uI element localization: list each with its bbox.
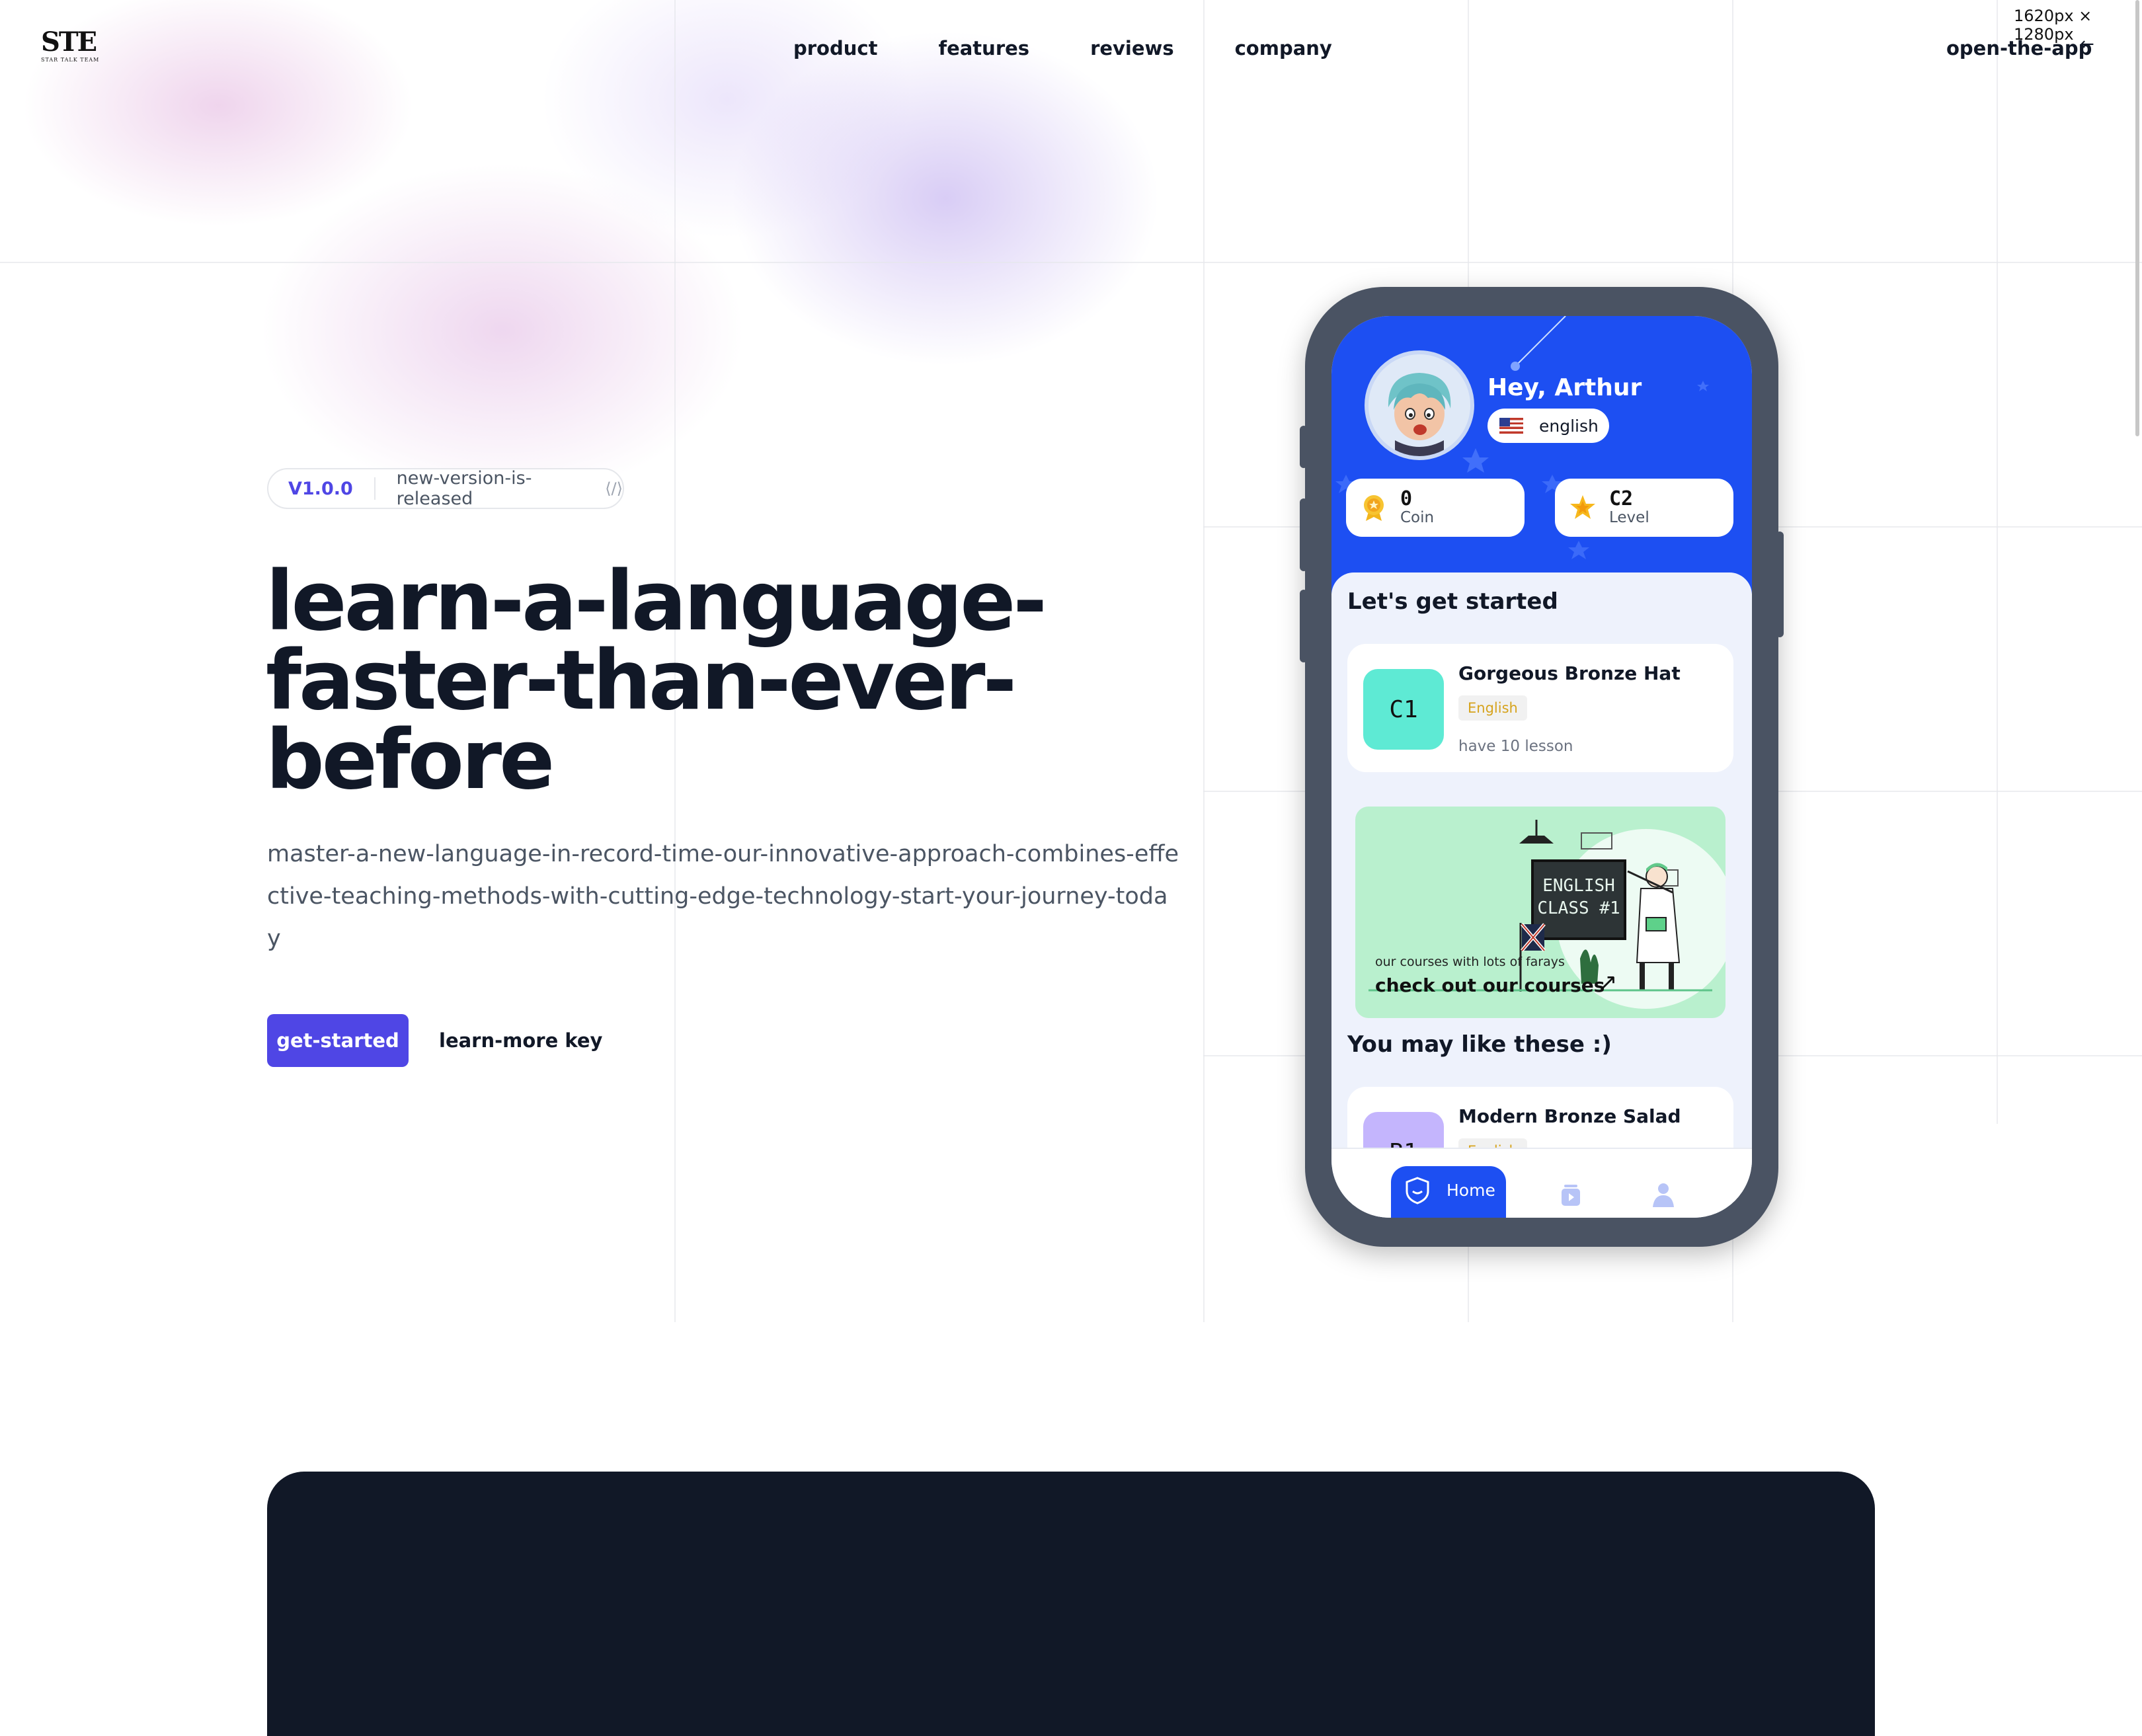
avatar[interactable] bbox=[1365, 350, 1474, 460]
level-label: Level bbox=[1609, 509, 1649, 526]
bottom-tab-bar: Home bbox=[1331, 1148, 1752, 1218]
video-library-icon[interactable] bbox=[1558, 1181, 1584, 1207]
promo-title: check out our courses bbox=[1375, 974, 1605, 996]
learn-more-button[interactable]: learn-more key bbox=[439, 1014, 602, 1067]
logo-mark: STE bbox=[41, 26, 97, 58]
coin-stat: 0 Coin bbox=[1400, 487, 1435, 527]
section-title-like: You may like these :) bbox=[1347, 1031, 1612, 1058]
logo-subtitle: STAR TALK TEAM bbox=[41, 57, 100, 63]
arrow-up-right-icon: ↗ bbox=[1599, 969, 1618, 996]
promo-banner[interactable]: ENGLISH CLASS #1 our courses with lots o… bbox=[1355, 807, 1726, 1018]
version-badge[interactable]: V1.0.0 new-version-is-released ⟨/⟩ bbox=[267, 468, 624, 509]
coin-card[interactable]: 0 Coin bbox=[1346, 479, 1525, 537]
phone-screen: Hey, Arthur english 0 Coin C2 Level Let'… bbox=[1331, 316, 1752, 1218]
course-language-tag: English bbox=[1458, 695, 1527, 721]
grid-line bbox=[0, 262, 2142, 263]
section-title-started: Let's get started bbox=[1347, 588, 1558, 615]
phone-side-button bbox=[1300, 426, 1308, 468]
phone-side-button bbox=[1300, 498, 1308, 571]
hero-title-text: learn-a-language-faster-than-ever-before bbox=[266, 554, 1047, 808]
level-value: C2 bbox=[1609, 487, 1634, 510]
divider bbox=[374, 477, 376, 500]
star-badge-icon bbox=[1570, 495, 1595, 519]
home-content: Let's get started C1 Gorgeous Bronze Hat… bbox=[1331, 572, 1752, 1218]
level-card[interactable]: C2 Level bbox=[1555, 479, 1733, 537]
promo-caption: our courses with lots of farays bbox=[1375, 955, 1565, 969]
version-number: V1.0.0 bbox=[288, 478, 353, 499]
tab-home[interactable]: Home bbox=[1391, 1166, 1506, 1218]
home-shield-icon bbox=[1406, 1177, 1429, 1204]
coin-label: Coin bbox=[1400, 509, 1435, 526]
board-text-line2: CLASS #1 bbox=[1537, 898, 1620, 918]
site-header: STE STAR TALK TEAM product features revi… bbox=[0, 0, 2142, 106]
board-text-line1: ENGLISH bbox=[1542, 876, 1615, 896]
language-label: english bbox=[1539, 416, 1599, 436]
medal-icon bbox=[1364, 495, 1384, 521]
us-flag-icon bbox=[1499, 418, 1523, 434]
level-tile: C1 bbox=[1363, 669, 1444, 750]
greeting: Hey, Arthur bbox=[1488, 374, 1642, 401]
hero-title: learn-a-language-faster-than-ever-before bbox=[266, 561, 1059, 801]
version-message: new-version-is-released bbox=[396, 468, 532, 509]
arrow-left-icon[interactable]: ← bbox=[2080, 34, 2094, 54]
get-started-button[interactable]: get-started bbox=[267, 1014, 409, 1067]
course-card[interactable]: C1 Gorgeous Bronze Hat English have 10 l… bbox=[1347, 644, 1733, 772]
avatar-illustration bbox=[1368, 354, 1470, 456]
grid-line bbox=[1997, 0, 1998, 1124]
hero-subtitle: master-a-new-language-in-record-time-our… bbox=[267, 841, 1179, 952]
logo[interactable]: STE STAR TALK TEAM bbox=[41, 29, 114, 63]
language-selector[interactable]: english bbox=[1488, 409, 1609, 443]
course-lessons: have 10 lesson bbox=[1458, 738, 1573, 755]
profile-icon[interactable] bbox=[1651, 1181, 1675, 1207]
main-nav: product features reviews company bbox=[793, 37, 1393, 59]
nav-item-features[interactable]: features bbox=[938, 37, 1029, 59]
nav-item-product[interactable]: product bbox=[793, 37, 877, 59]
phone-side-button bbox=[1776, 532, 1784, 637]
level-stat: C2 Level bbox=[1609, 487, 1649, 527]
dark-feature-section bbox=[267, 1472, 1875, 1736]
grid-line bbox=[1203, 0, 1205, 1322]
open-app-link[interactable]: open-the-app bbox=[1946, 37, 2092, 59]
phone-side-button bbox=[1300, 590, 1308, 662]
phone-mockup: Hey, Arthur english 0 Coin C2 Level Let'… bbox=[1300, 287, 1784, 1247]
course-name: Gorgeous Bronze Hat bbox=[1458, 662, 1681, 684]
tab-home-label: Home bbox=[1447, 1181, 1495, 1200]
code-icon: ⟨/⟩ bbox=[605, 479, 623, 498]
nav-item-reviews[interactable]: reviews bbox=[1090, 37, 1174, 59]
profile-header: Hey, Arthur english 0 Coin C2 Level bbox=[1331, 316, 1752, 594]
course-name: Modern Bronze Salad bbox=[1458, 1105, 1681, 1127]
nav-item-company[interactable]: company bbox=[1235, 37, 1332, 59]
coin-value: 0 bbox=[1400, 487, 1413, 510]
